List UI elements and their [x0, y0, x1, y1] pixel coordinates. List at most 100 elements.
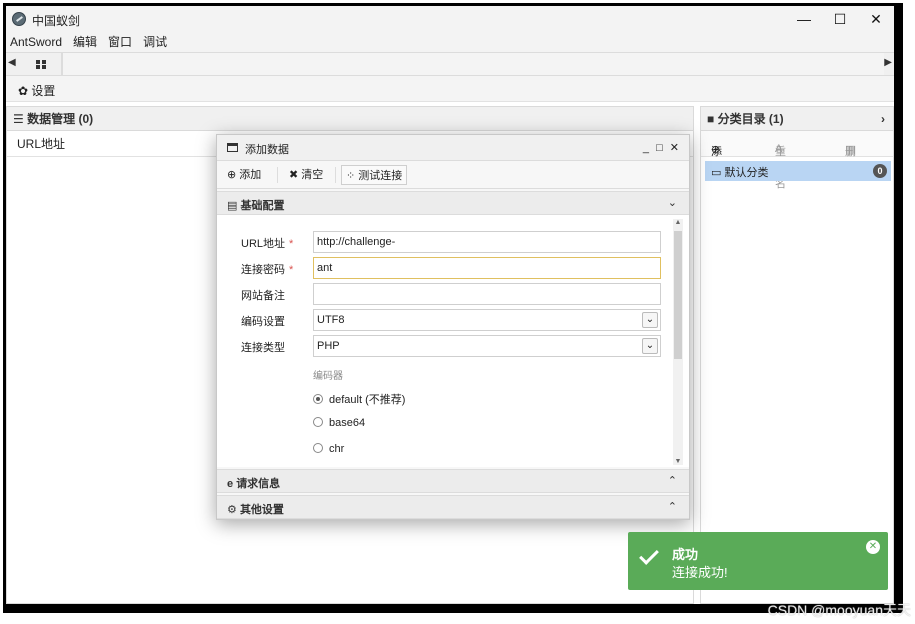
section-other-label: 其他设置: [239, 504, 284, 516]
encoding-value: UTF8: [317, 314, 345, 326]
encoding-row: 编码设置 UTF8 ⌄: [217, 309, 673, 331]
password-row: 连接密码 * ant: [217, 257, 673, 279]
dialog-toolbar: ⊕ 添加 ✖ 清空 ⁘ 测试连接: [217, 161, 689, 189]
encoder-radio-base64[interactable]: base64: [313, 417, 365, 429]
password-input[interactable]: ant: [313, 257, 661, 279]
antsword-app: 中国蚁剑 — ☐ ✕ AntSword 编辑 窗口 调试 ◀ ▶ ✿ 设置 ☰ 数据管…: [6, 6, 894, 604]
tab-bar: ◀ ▶: [6, 52, 894, 76]
chevron-down-icon: ⌄: [667, 197, 677, 209]
toast-title: 成功: [672, 547, 699, 562]
chevron-down-icon: ⌄: [642, 338, 658, 354]
category-panel-title: 分类目录 (1): [717, 112, 784, 126]
x-icon: ✖: [289, 169, 299, 181]
data-panel-title: 数据管理 (0): [27, 112, 94, 126]
toast-message: 连接成功!: [672, 565, 728, 580]
category-panel-header: ■ 分类目录 (1) ›: [701, 107, 893, 131]
window-title: 中国蚁剑: [32, 14, 81, 28]
category-panel: ■ 分类目录 (1) › ⊕ 添加 A 重命名 ▥ 删除 ▭ 默认分类 0: [700, 106, 894, 604]
toast-close-icon[interactable]: ✕: [866, 540, 880, 554]
document-icon: ▤: [227, 200, 238, 212]
category-toolbar: ⊕ 添加 A 重命名 ▥ 删除: [701, 131, 893, 190]
add-data-dialog: 添加数据 _ □ ✕ ⊕ 添加 ✖ 清空 ⁘ 测试连接 ▤ 基础配置 ⌄ URL…: [216, 134, 690, 520]
list-icon: ☰: [13, 112, 24, 126]
section-request-info[interactable]: e 请求信息 ⌃: [217, 469, 689, 493]
collapse-chevron-icon[interactable]: ›: [881, 107, 885, 131]
menu-bar: AntSword 编辑 窗口 调试: [6, 32, 894, 52]
encoder-default-label: default (不推荐): [329, 394, 406, 406]
close-button[interactable]: ✕: [858, 8, 894, 30]
section-basic-config[interactable]: ▤ 基础配置 ⌄: [217, 191, 689, 215]
main-toolbar: ✿ 设置: [6, 76, 894, 102]
menu-debug[interactable]: 调试: [143, 32, 167, 52]
minimize-button[interactable]: —: [786, 8, 822, 30]
category-item-default[interactable]: ▭ 默认分类 0: [705, 161, 891, 181]
clear-label: 清空: [301, 169, 324, 181]
encoding-label: 编码设置: [241, 316, 285, 328]
form-scrollbar[interactable]: ▲ ▼: [673, 219, 683, 465]
encoder-label: 编码器: [313, 371, 343, 382]
spinner-icon: ⁘: [346, 170, 356, 182]
data-panel-header: ☰ 数据管理 (0): [7, 107, 693, 131]
url-label: URL地址: [241, 238, 286, 250]
chevron-up-icon: ⌃: [667, 475, 677, 487]
url-input[interactable]: http://challenge-e77c26035e8b5cc4.sandbo…: [313, 231, 661, 268]
type-select[interactable]: PHP ⌄: [313, 335, 661, 357]
radio-selected-icon: [313, 394, 323, 404]
encoding-select[interactable]: UTF8 ⌄: [313, 309, 661, 331]
type-label: 连接类型: [241, 342, 285, 354]
scroll-down-icon[interactable]: ▼: [673, 458, 683, 465]
folder-outline-icon: ▭: [711, 167, 722, 179]
scroll-thumb[interactable]: [674, 231, 682, 359]
encoder-radio-chr[interactable]: chr: [313, 443, 344, 455]
success-toast: 成功 连接成功! ✕: [628, 532, 888, 590]
url-row: URL地址* http://challenge-e77c26035e8b5cc4…: [217, 231, 673, 268]
menu-window[interactable]: 窗口: [108, 32, 132, 52]
maximize-button[interactable]: ☐: [822, 8, 858, 30]
test-label: 测试连接: [358, 170, 403, 182]
chevron-down-icon: ⌄: [642, 312, 658, 328]
chevron-up-icon: ⌃: [667, 501, 677, 513]
plus-circle-icon: ⊕: [227, 169, 237, 181]
menu-edit[interactable]: 编辑: [73, 32, 97, 52]
encoder-chr-label: chr: [329, 443, 345, 455]
dialog-title: 添加数据: [245, 144, 289, 156]
tab-main[interactable]: [62, 53, 884, 75]
gear-icon: ✿: [18, 84, 29, 98]
category-label: 默认分类: [724, 167, 769, 179]
radio-icon: [313, 417, 323, 427]
encoder-base64-label: base64: [329, 417, 366, 429]
tab-scroll-right-icon[interactable]: ▶: [884, 57, 892, 68]
note-row: 网站备注: [217, 283, 673, 305]
gears-icon: ⚙: [227, 504, 237, 516]
encoder-radio-default[interactable]: default (不推荐): [313, 391, 405, 407]
section-other-settings[interactable]: ⚙ 其他设置 ⌃: [217, 495, 689, 519]
settings-button[interactable]: ✿ 设置: [18, 82, 55, 99]
radio-icon: [313, 443, 323, 453]
category-count-badge: 0: [873, 164, 887, 178]
section-basic-label: 基础配置: [240, 200, 285, 212]
test-connection-button[interactable]: ⁘ 测试连接: [341, 165, 408, 185]
basic-config-form: URL地址* http://challenge-e77c26035e8b5cc4…: [217, 215, 689, 467]
type-row: 连接类型 PHP ⌄: [217, 335, 673, 357]
scroll-up-icon[interactable]: ▲: [673, 219, 683, 226]
tab-scroll-left-icon[interactable]: ◀: [8, 57, 16, 68]
dialog-window-controls[interactable]: _ □ ✕: [643, 141, 681, 154]
add-label: 添加: [239, 169, 262, 181]
folder-icon: ■: [707, 112, 715, 126]
dialog-title-bar[interactable]: 添加数据 _ □ ✕: [217, 135, 689, 161]
dialog-add-button[interactable]: ⊕ 添加: [223, 165, 265, 185]
watermark: CSDN @mooyuan天天: [767, 602, 911, 618]
dialog-clear-button[interactable]: ✖ 清空: [285, 165, 327, 185]
title-bar: 中国蚁剑 — ☐ ✕: [6, 6, 894, 32]
password-label: 连接密码: [241, 264, 285, 276]
home-tab-grid-icon[interactable]: [22, 53, 62, 75]
menu-antsword[interactable]: AntSword: [10, 32, 62, 52]
type-value: PHP: [317, 340, 340, 352]
note-input[interactable]: [313, 283, 661, 305]
ie-icon: e: [227, 478, 234, 490]
required-mark: *: [289, 264, 294, 276]
checkmark-icon: [639, 545, 659, 565]
required-mark: *: [289, 238, 294, 250]
note-label: 网站备注: [241, 290, 285, 302]
settings-label: 设置: [31, 84, 56, 98]
